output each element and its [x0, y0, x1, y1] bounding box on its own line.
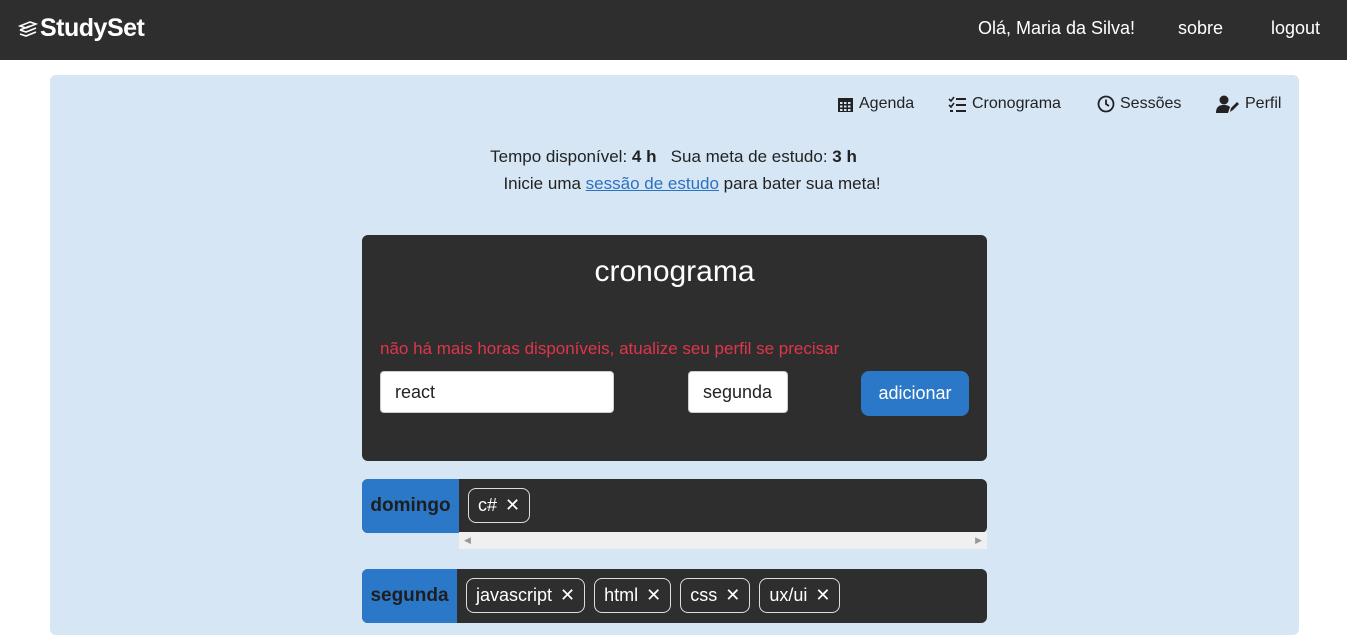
brand-logo[interactable]: StudySet [18, 14, 145, 43]
session-prompt: Inicie uma sessão de estudo para bater s… [0, 174, 1347, 194]
prompt-text-after: para bater sua meta! [723, 174, 881, 193]
day-label: domingo [362, 479, 459, 533]
subject-chip: javascript ✕ [466, 578, 586, 613]
logout-link[interactable]: logout [1271, 18, 1320, 39]
clock-icon [1097, 95, 1115, 113]
add-button[interactable]: adicionar [861, 371, 969, 416]
remove-icon[interactable]: ✕ [725, 585, 740, 606]
chip-label: c# [478, 495, 498, 515]
brand-name: StudySet [40, 14, 145, 42]
subnav-cronograma[interactable]: Cronograma [948, 95, 1061, 113]
no-hours-warning: não há mais horas disponíveis, atualize … [380, 339, 840, 358]
chip-label: ux/ui [769, 585, 808, 605]
remove-icon[interactable]: ✕ [815, 585, 830, 606]
subnav-agenda-label: Agenda [859, 95, 915, 112]
top-navbar: StudySet Olá, Maria da Silva! sobre logo… [0, 0, 1347, 60]
books-icon [18, 20, 38, 37]
chip-label: css [690, 585, 718, 605]
scroll-right-arrow-icon[interactable]: ▶ [975, 535, 982, 546]
day-label: segunda [362, 569, 457, 623]
study-goal-value: 3 h [832, 147, 857, 166]
horizontal-scrollbar[interactable]: ◀ ▶ [459, 532, 987, 549]
about-link[interactable]: sobre [1178, 18, 1223, 39]
remove-icon[interactable]: ✕ [560, 585, 575, 606]
subnav-cronograma-label: Cronograma [972, 95, 1061, 112]
time-summary: Tempo disponível: 4 h Sua meta de estudo… [0, 147, 1347, 167]
calendar-icon [838, 97, 853, 112]
task-list-icon [948, 96, 966, 112]
day-row-segunda: segunda javascript ✕ html ✕ css ✕ ux/ui … [362, 569, 987, 623]
subject-chip: c# ✕ [468, 488, 531, 523]
subject-chip: css ✕ [680, 578, 751, 613]
user-greeting[interactable]: Olá, Maria da Silva! [978, 18, 1135, 39]
cronograma-card: cronograma não há mais horas disponíveis… [362, 235, 987, 461]
remove-icon[interactable]: ✕ [646, 585, 661, 606]
study-session-link[interactable]: sessão de estudo [586, 174, 719, 193]
user-edit-icon [1216, 95, 1239, 113]
subnav-perfil-label: Perfil [1245, 95, 1282, 112]
subject-chip: html ✕ [594, 578, 672, 613]
subnav-sessoes[interactable]: Sessões [1097, 95, 1181, 113]
day-select[interactable]: segunda [688, 371, 788, 413]
subject-chips: javascript ✕ html ✕ css ✕ ux/ui ✕ [466, 578, 841, 613]
subject-chip: ux/ui ✕ [759, 578, 841, 613]
subject-input[interactable]: react [380, 371, 614, 413]
subnav-perfil[interactable]: Perfil [1216, 95, 1281, 113]
available-time-label: Tempo disponível: [490, 147, 628, 166]
chip-label: html [604, 585, 639, 605]
scroll-left-arrow-icon[interactable]: ◀ [464, 535, 471, 546]
subnav-agenda[interactable]: Agenda [837, 95, 914, 113]
prompt-text-before: Inicie uma [503, 174, 581, 193]
remove-icon[interactable]: ✕ [505, 495, 520, 516]
day-row-domingo: domingo c# ✕ [362, 479, 987, 533]
card-title: cronograma [594, 255, 755, 288]
chip-label: javascript [476, 585, 553, 605]
study-goal-label: Sua meta de estudo: [670, 147, 828, 166]
available-time-value: 4 h [631, 147, 657, 166]
subject-chips: c# ✕ [468, 488, 531, 523]
subnav-sessoes-label: Sessões [1120, 95, 1182, 112]
